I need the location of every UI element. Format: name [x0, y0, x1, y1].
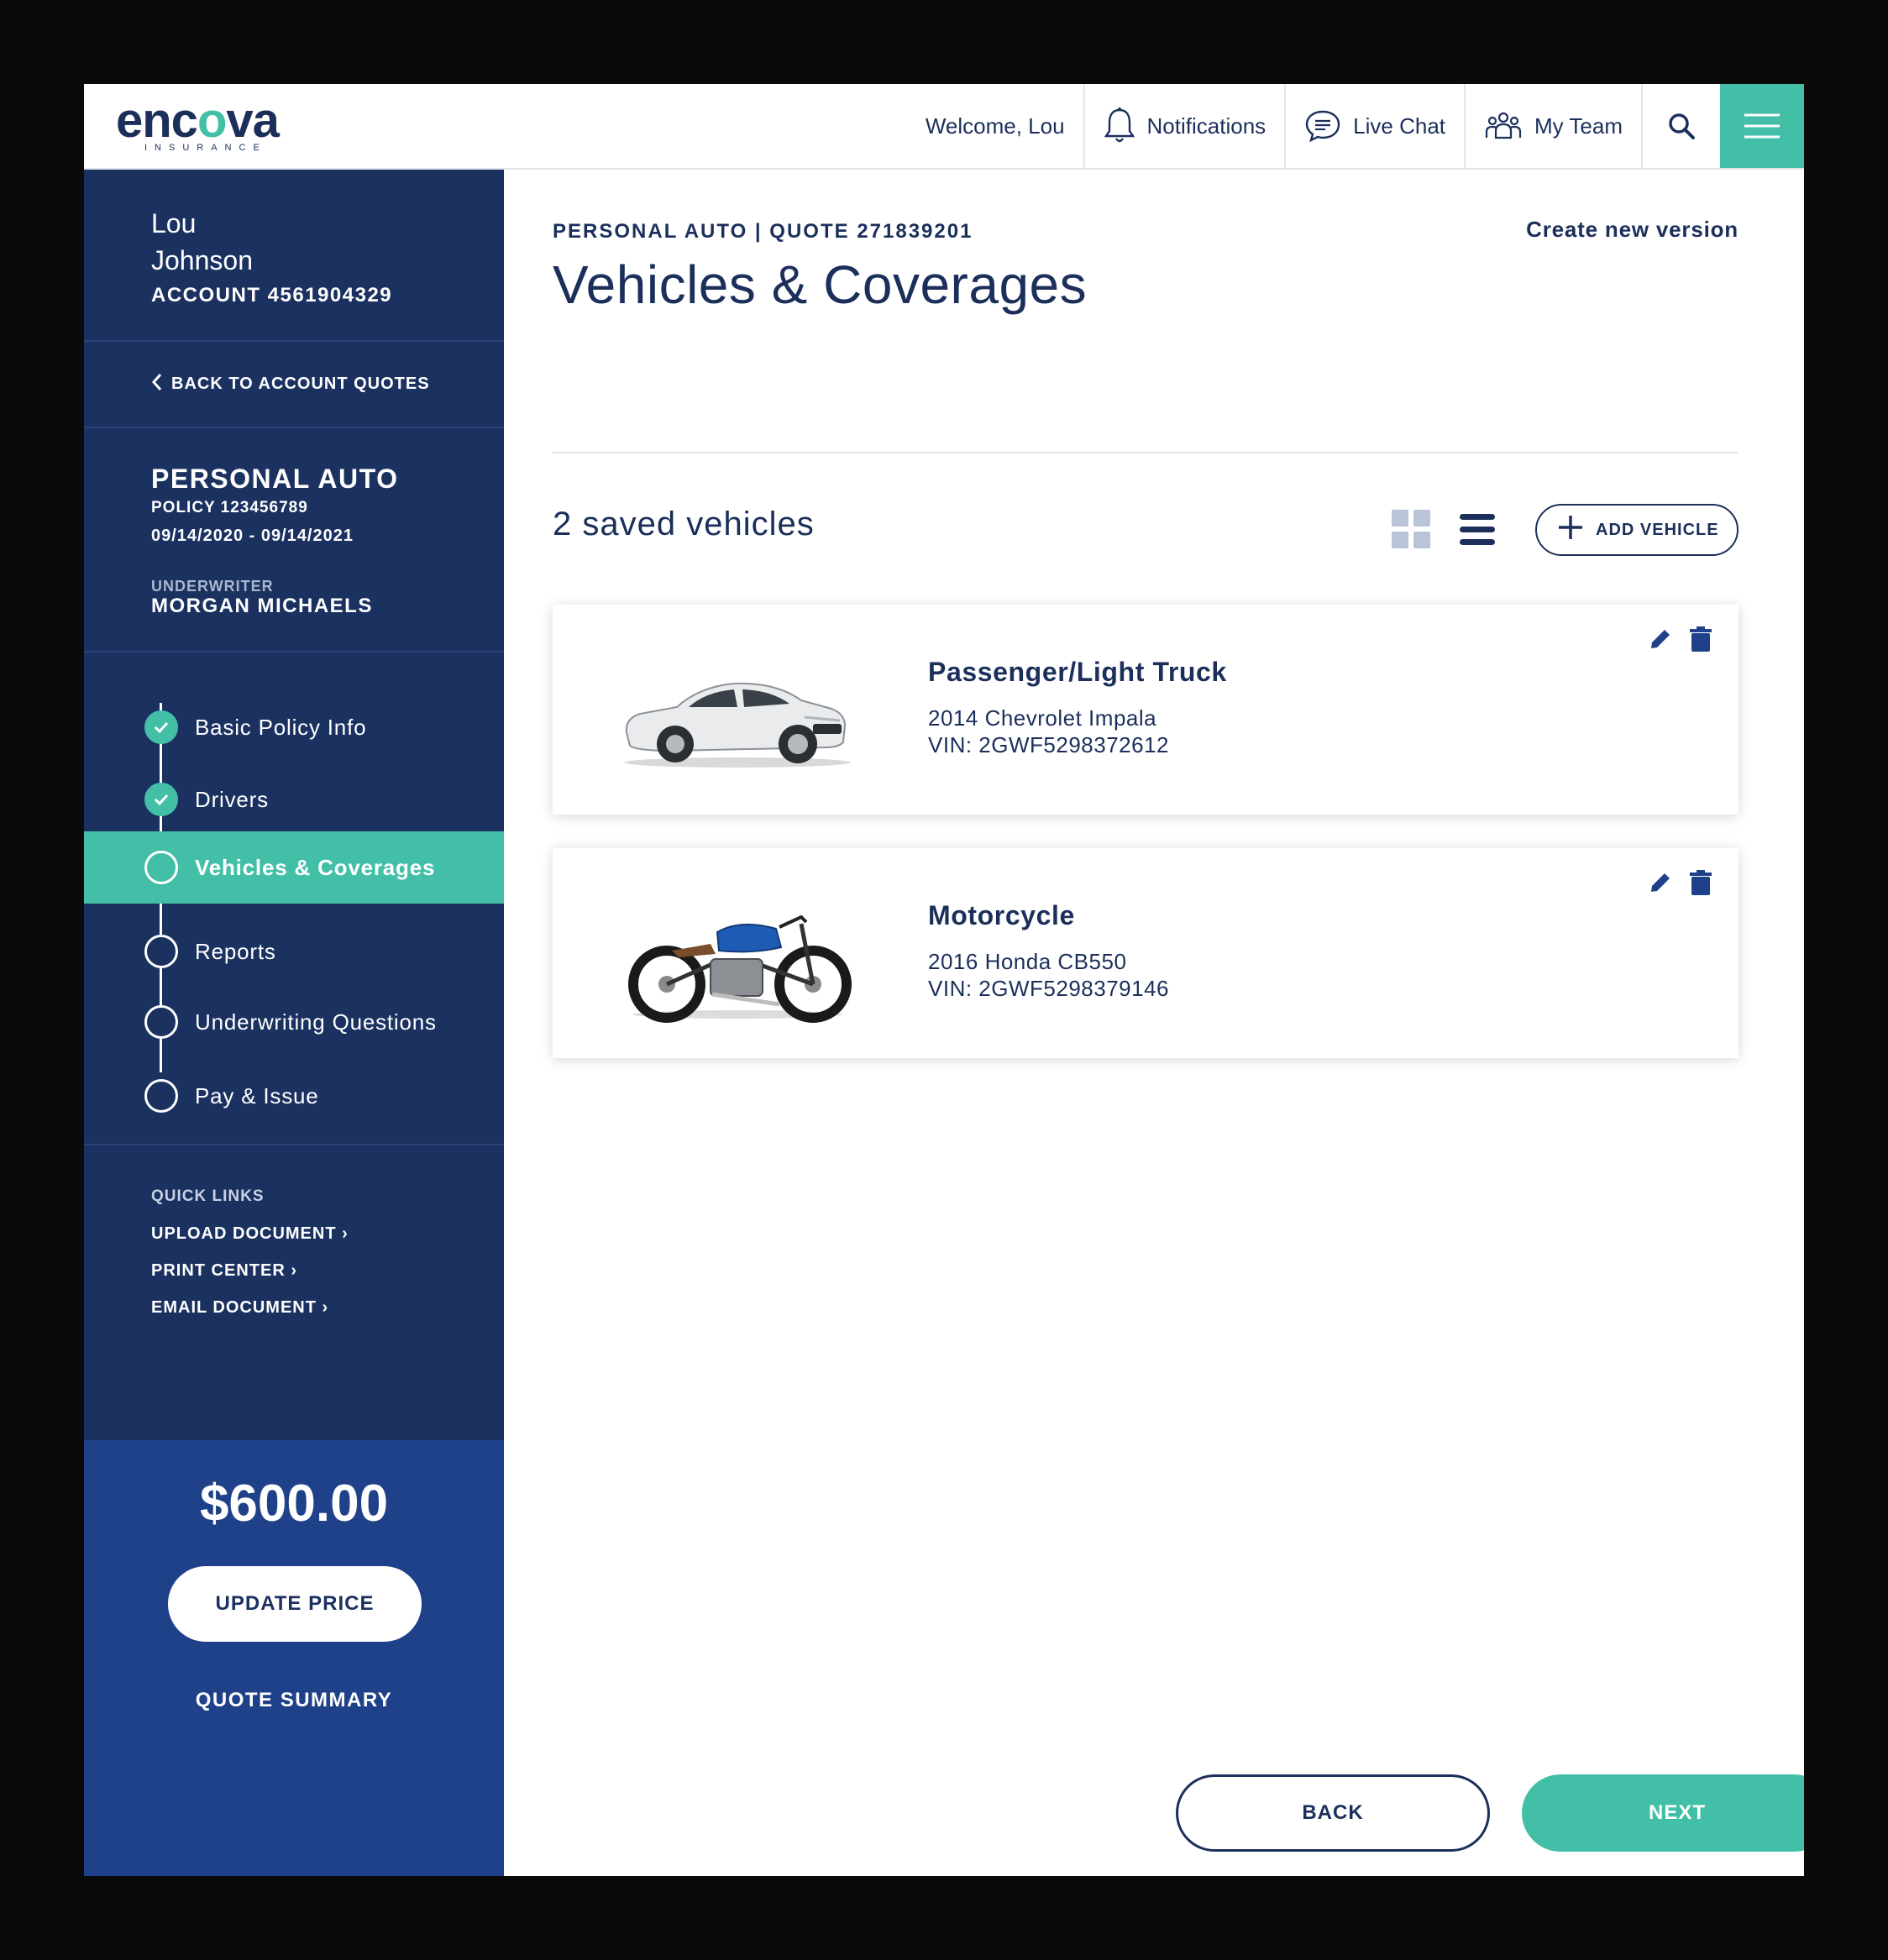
price-panel: $600.00 UPDATE PRICE QUOTE SUMMARY — [84, 1440, 504, 1876]
step-reports[interactable]: Reports — [84, 915, 504, 988]
hamburger-menu-button[interactable] — [1720, 84, 1804, 168]
edit-pencil-icon[interactable] — [1648, 626, 1673, 656]
add-vehicle-button[interactable]: ADD VEHICLE — [1535, 504, 1739, 556]
bell-icon — [1104, 107, 1135, 145]
team-icon — [1484, 109, 1523, 143]
step-underwriting-questions[interactable]: Underwriting Questions — [84, 986, 504, 1058]
quote-summary-link[interactable]: QUOTE SUMMARY — [84, 1689, 504, 1712]
check-icon — [144, 710, 178, 744]
upload-document-link[interactable]: UPLOAD DOCUMENT › — [151, 1224, 349, 1244]
breadcrumb: PERSONAL AUTO | QUOTE 271839201 — [553, 220, 973, 243]
policy-number: POLICY 123456789 — [151, 499, 308, 516]
car-image — [611, 655, 855, 773]
step-circle-icon — [144, 1005, 178, 1039]
sidebar: Lou Johnson ACCOUNT 4561904329 BACK TO A… — [84, 170, 504, 1440]
step-vehicles-coverages[interactable]: Vehicles & Coverages — [84, 831, 504, 904]
step-circle-icon — [144, 851, 178, 884]
policy-dates: 09/14/2020 - 09/14/2021 — [151, 527, 354, 545]
main-content: PERSONAL AUTO | QUOTE 271839201 Create n… — [504, 170, 1804, 1876]
back-button[interactable]: BACK — [1176, 1774, 1490, 1852]
motorcycle-image — [611, 899, 855, 1023]
encova-logo[interactable]: encova INSURANCE — [116, 94, 309, 161]
quote-price: $600.00 — [199, 1475, 389, 1533]
saved-vehicles-count: 2 saved vehicles — [553, 506, 815, 542]
quick-links: QUICK LINKS UPLOAD DOCUMENT › PRINT CENT… — [84, 1145, 504, 1440]
email-document-link[interactable]: EMAIL DOCUMENT › — [151, 1298, 328, 1318]
welcome-text: Welcome, Lou — [925, 113, 1065, 139]
top-header: encova INSURANCE Welcome, Lou Notificati… — [84, 84, 1804, 170]
vehicle-type: Passenger/Light Truck — [928, 657, 1227, 687]
step-basic-policy-info[interactable]: Basic Policy Info — [84, 691, 504, 763]
create-new-version-link[interactable]: Create new version — [1526, 217, 1739, 243]
search-button[interactable] — [1641, 84, 1720, 168]
next-button[interactable]: NEXT — [1522, 1774, 1804, 1852]
vehicle-card[interactable]: Motorcycle 2016 Honda CB550 VIN: 2GWF529… — [553, 848, 1739, 1058]
plus-icon — [1557, 514, 1584, 546]
account-number: ACCOUNT 4561904329 — [151, 284, 393, 307]
vehicle-description: 2016 Honda CB550 — [928, 949, 1127, 974]
step-pay-issue[interactable]: Pay & Issue — [84, 1060, 504, 1132]
check-icon — [144, 783, 178, 816]
vehicle-description: 2014 Chevrolet Impala — [928, 705, 1157, 731]
chevron-left-icon — [151, 373, 163, 396]
progress-steps: Basic Policy Info Drivers Vehicles & Cov… — [84, 652, 504, 1145]
delete-trash-icon[interactable] — [1690, 626, 1712, 656]
underwriter-label: UNDERWRITER — [151, 578, 274, 595]
header-nav: Welcome, Lou Notifications Live Chat My … — [907, 84, 1804, 168]
title-divider — [553, 452, 1739, 453]
search-icon — [1667, 112, 1696, 140]
list-view-icon[interactable] — [1460, 514, 1495, 550]
step-circle-icon — [144, 935, 178, 968]
policy-title: PERSONAL AUTO — [151, 464, 399, 494]
logo-tagline: INSURANCE — [144, 143, 267, 153]
grid-view-icon[interactable] — [1392, 510, 1430, 553]
live-chat-label: Live Chat — [1353, 113, 1445, 139]
delete-trash-icon[interactable] — [1690, 870, 1712, 899]
live-chat-link[interactable]: Live Chat — [1284, 84, 1464, 168]
account-holder-name: Lou Johnson — [151, 208, 253, 275]
print-center-link[interactable]: PRINT CENTER › — [151, 1261, 297, 1281]
underwriter-name: MORGAN MICHAELS — [151, 595, 373, 617]
edit-pencil-icon[interactable] — [1648, 870, 1673, 899]
account-info: Lou Johnson ACCOUNT 4561904329 — [84, 170, 504, 342]
vehicle-type: Motorcycle — [928, 900, 1075, 930]
vehicle-vin: VIN: 2GWF5298379146 — [928, 976, 1169, 1001]
notifications-label: Notifications — [1146, 113, 1267, 139]
vehicle-card[interactable]: Passenger/Light Truck 2014 Chevrolet Imp… — [553, 605, 1739, 815]
page-title: Vehicles & Coverages — [553, 254, 1088, 315]
vehicle-vin: VIN: 2GWF5298372612 — [928, 732, 1169, 757]
app-window: encova INSURANCE Welcome, Lou Notificati… — [84, 84, 1804, 1876]
chat-icon — [1304, 109, 1341, 143]
my-team-link[interactable]: My Team — [1464, 84, 1641, 168]
step-circle-icon — [144, 1079, 178, 1113]
hamburger-menu-icon — [1744, 113, 1780, 139]
quick-links-title: QUICK LINKS — [151, 1187, 265, 1205]
back-to-account-quotes-link[interactable]: BACK TO ACCOUNT QUOTES — [84, 342, 504, 428]
update-price-button[interactable]: UPDATE PRICE — [168, 1566, 422, 1642]
notifications-link[interactable]: Notifications — [1083, 84, 1285, 168]
step-drivers[interactable]: Drivers — [84, 763, 504, 836]
my-team-label: My Team — [1534, 113, 1623, 139]
policy-info: PERSONAL AUTO POLICY 123456789 09/14/202… — [84, 428, 504, 652]
